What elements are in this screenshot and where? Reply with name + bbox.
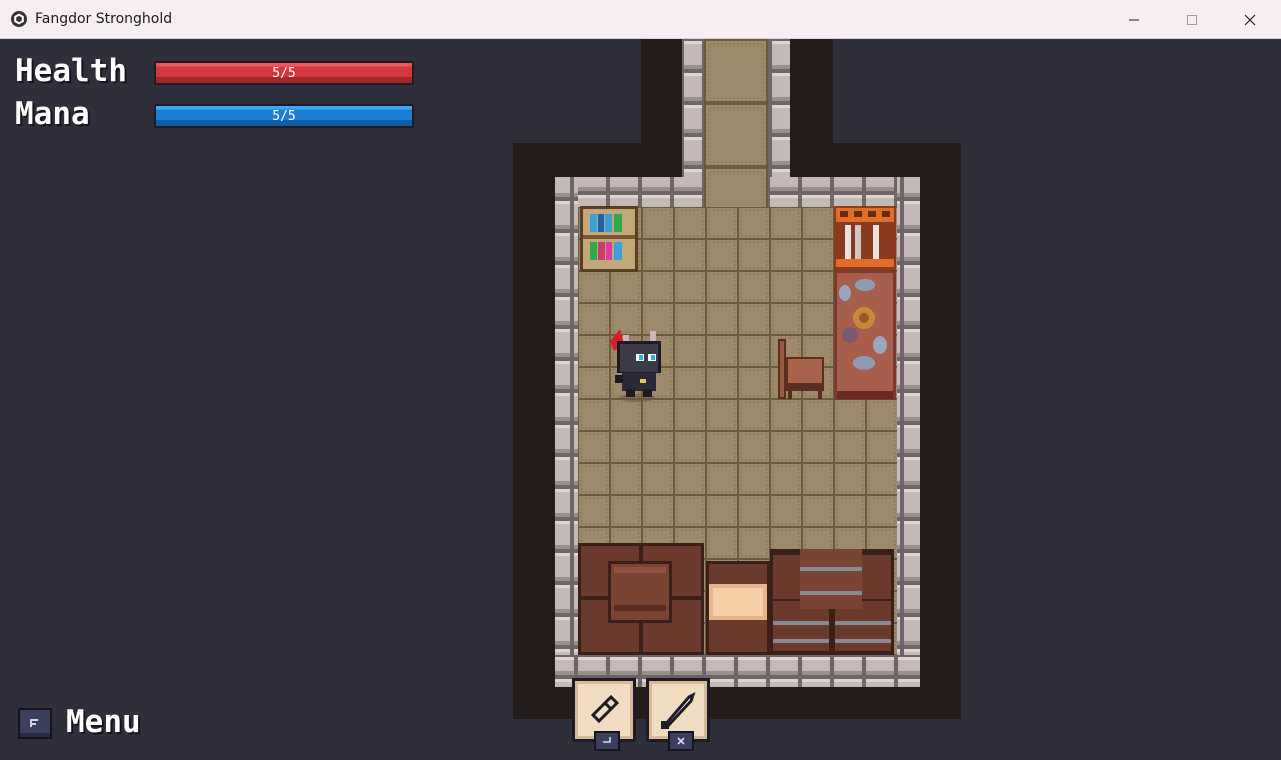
maximize-icon: [1187, 14, 1197, 25]
maximize-button[interactable]: [1163, 0, 1221, 39]
crate-icon: [578, 543, 704, 655]
minimize-icon: [1129, 19, 1139, 20]
room-wall-left: [555, 177, 578, 687]
window-titlebar: Fangdor Stronghold: [0, 0, 1281, 39]
enter-key-icon: [594, 731, 620, 751]
health-value: 5/5: [272, 65, 296, 81]
health-label: Health: [15, 53, 127, 89]
game-viewport[interactable]: Health 5/5 Mana 5/5 Menu: [0, 39, 1281, 760]
barrel-icon: [770, 549, 894, 655]
health-bar: 5/5: [154, 61, 414, 85]
mana-value: 5/5: [272, 108, 296, 124]
hallway-wall-right: [768, 39, 790, 179]
mana-label: Mana: [15, 96, 90, 132]
minimize-button[interactable]: [1105, 0, 1163, 39]
x-glyph-icon: [677, 737, 685, 745]
mana-bar: 5/5: [154, 104, 414, 128]
escape-key-icon: [18, 708, 52, 739]
action-slot-interact[interactable]: [572, 678, 636, 751]
enter-glyph-icon: [603, 737, 611, 743]
close-icon: [1244, 14, 1256, 25]
bookshelf-icon: [580, 206, 638, 272]
bed-icon: [706, 561, 770, 655]
menu-button[interactable]: Menu: [18, 704, 158, 742]
weapon-rack-icon: [834, 206, 896, 270]
hallway-floor: [704, 39, 768, 207]
menu-label: Menu: [66, 704, 141, 740]
action-slot-attack[interactable]: [646, 678, 710, 751]
game-scene: [513, 39, 961, 719]
app-icon: [11, 11, 27, 27]
x-key-icon: [668, 731, 694, 751]
close-button[interactable]: [1221, 0, 1279, 39]
escape-glyph-icon: [30, 718, 38, 727]
hallway-wall-left: [682, 39, 704, 179]
room-wall-right: [897, 177, 920, 687]
table-icon: [834, 270, 896, 400]
window-title: Fangdor Stronghold: [35, 11, 173, 27]
